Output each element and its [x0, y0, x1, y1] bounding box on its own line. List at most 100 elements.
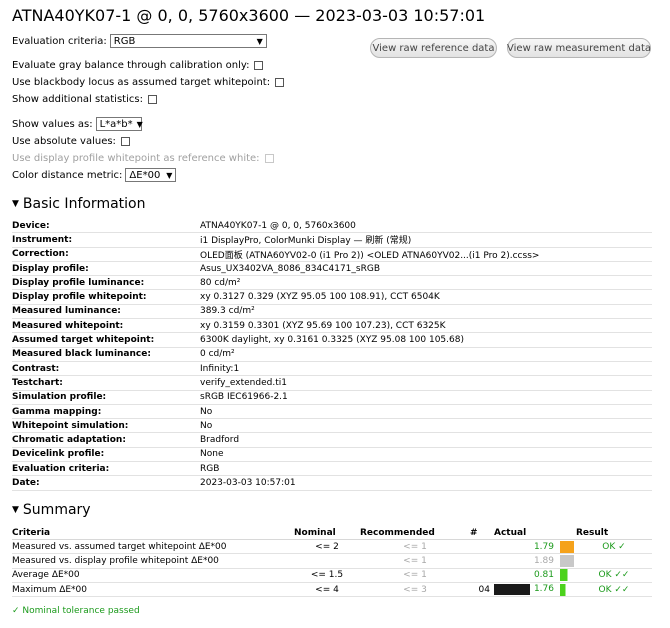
- actual-value: 1.76: [533, 584, 554, 595]
- info-row: Measured luminance: 389.3 cd/m²: [12, 304, 652, 320]
- display-profile-whitepoint-row: Use display profile whitepoint as refere…: [12, 153, 274, 164]
- info-value: Asus_UX3402VA_8086_834C4171_sRGB: [200, 261, 652, 277]
- nominal-cell: [294, 553, 360, 569]
- info-value: 80 cd/m²: [200, 275, 652, 291]
- info-key: Display profile whitepoint:: [12, 289, 200, 305]
- info-value: Infinity:1: [200, 361, 652, 377]
- basic-info-toggle[interactable]: ▼ Basic Information: [12, 196, 145, 212]
- show-values-value: L*a*b*: [99, 118, 133, 130]
- recommended-cell: <= 3: [360, 582, 470, 598]
- criteria-cell: Average ΔE*00: [12, 568, 294, 583]
- info-value: ATNA40YK07-1 @ 0, 0, 5760x3600: [200, 219, 652, 234]
- actual-value: 1.79: [533, 541, 554, 552]
- info-key: Display profile:: [12, 261, 200, 277]
- actual-cell: 0.81: [494, 568, 560, 583]
- summary-header-row: Criteria Nominal Recommended # Actual Re…: [12, 526, 652, 540]
- additional-stats-checkbox[interactable]: [147, 95, 157, 104]
- info-key: Measured black luminance:: [12, 347, 200, 362]
- color-distance-select[interactable]: ΔE*00 ▼: [125, 168, 177, 182]
- info-row: Display profile luminance: 80 cd/m²: [12, 275, 652, 291]
- info-row: Date: 2023-03-03 10:57:01: [12, 475, 652, 491]
- result-cell: [576, 553, 652, 569]
- blackbody-checkbox[interactable]: [275, 78, 285, 87]
- display-profile-whitepoint-checkbox[interactable]: [264, 154, 274, 163]
- recommended-cell: <= 1: [360, 553, 470, 569]
- status-swatch: [560, 569, 574, 582]
- info-key: Testchart:: [12, 375, 200, 391]
- summary-heading: Summary: [22, 502, 91, 518]
- summary-row: Maximum ΔE*00 <= 4 <= 3 04 1.76 OK ✓✓: [12, 582, 652, 598]
- patch-swatch: [494, 584, 530, 596]
- absolute-values-label: Use absolute values:: [12, 136, 116, 147]
- number-cell: [470, 539, 494, 555]
- info-key: Chromatic adaptation:: [12, 432, 200, 448]
- info-row: Assumed target whitepoint: 6300K daylight…: [12, 332, 652, 348]
- status-swatch: [560, 554, 574, 567]
- info-key: Display profile luminance:: [12, 275, 200, 291]
- summary-row: Average ΔE*00 <= 1.5 <= 1 0.81 OK ✓✓: [12, 568, 652, 583]
- actual-value: 1.89: [533, 555, 554, 566]
- report-page: ATNA40YK07-1 @ 0, 0, 5760x3600 — 2023-03…: [0, 0, 670, 628]
- absolute-values-row: Use absolute values:: [12, 136, 130, 147]
- info-row: Measured whitepoint: xy 0.3159 0.3301 (XY…: [12, 318, 652, 334]
- info-key: Contrast:: [12, 361, 200, 377]
- info-row: Chromatic adaptation: Bradford: [12, 432, 652, 448]
- show-values-select[interactable]: L*a*b* ▼: [95, 117, 143, 131]
- gray-balance-checkbox[interactable]: [254, 61, 264, 70]
- info-row: Display profile whitepoint: xy 0.3127 0.3…: [12, 289, 652, 305]
- info-row: Display profile: Asus_UX3402VA_8086_834C4…: [12, 261, 652, 277]
- show-values-label: Show values as:: [12, 118, 93, 130]
- gray-balance-label: Evaluate gray balance through calibratio…: [12, 60, 250, 71]
- info-key: Whitepoint simulation:: [12, 418, 200, 434]
- swatch-cell: [560, 568, 576, 583]
- summary-row: Measured vs. assumed target whitepoint Δ…: [12, 539, 652, 555]
- chevron-down-icon: ▼: [136, 119, 143, 129]
- info-row: Measured black luminance: 0 cd/m²: [12, 347, 652, 362]
- recommended-cell: <= 1: [360, 539, 470, 555]
- info-value: No: [200, 404, 652, 420]
- info-row: Evaluation criteria: RGB: [12, 461, 652, 477]
- basic-info-heading: Basic Information: [22, 196, 146, 212]
- info-key: Gamma mapping:: [12, 404, 200, 420]
- additional-stats-label: Show additional statistics:: [12, 94, 143, 105]
- view-measurement-button[interactable]: View raw measurement data: [507, 38, 651, 58]
- patch-number: 04: [478, 584, 490, 595]
- actual-cell: 1.79: [494, 539, 560, 555]
- actual-header: Actual: [494, 526, 560, 540]
- summary-toggle[interactable]: ▼ Summary: [12, 502, 91, 518]
- nominal-cell: <= 4: [294, 582, 360, 598]
- evaluation-criteria-select[interactable]: RGB ▼: [109, 34, 267, 48]
- criteria-cell: Maximum ΔE*00: [12, 582, 294, 598]
- swatch-cell: [560, 582, 576, 598]
- info-value: i1 DisplayPro, ColorMunki Display — 刷新 (…: [200, 232, 652, 248]
- show-values-row: Show values as: L*a*b* ▼: [12, 117, 143, 131]
- number-cell: [470, 553, 494, 569]
- blackbody-row: Use blackbody locus as assumed target wh…: [12, 77, 285, 88]
- number-cell: 04: [470, 582, 494, 598]
- info-key: Assumed target whitepoint:: [12, 332, 200, 348]
- info-key: Simulation profile:: [12, 390, 200, 405]
- absolute-values-checkbox[interactable]: [120, 137, 130, 146]
- recommended-header: Recommended: [360, 526, 470, 540]
- summary-table: Criteria Nominal Recommended # Actual Re…: [12, 526, 652, 598]
- info-key: Instrument:: [12, 232, 200, 248]
- info-row: Testchart: verify_extended.ti1: [12, 375, 652, 391]
- info-key: Date:: [12, 475, 200, 491]
- triangle-down-icon: ▼: [12, 505, 19, 515]
- triangle-down-icon: ▼: [12, 199, 19, 209]
- status-swatch: [560, 583, 574, 596]
- criteria-cell: Measured vs. display profile whitepoint …: [12, 553, 294, 569]
- info-value: OLED面板 (ATNA60YV02-0 (i1 Pro 2)) <OLED A…: [200, 247, 652, 262]
- view-reference-button[interactable]: View raw reference data: [370, 38, 497, 58]
- info-value: 2023-03-03 10:57:01: [200, 475, 652, 491]
- result-cell: OK ✓: [576, 539, 652, 555]
- swatch-cell: [560, 539, 576, 555]
- info-value: sRGB IEC61966-2.1: [200, 390, 652, 405]
- additional-stats-row: Show additional statistics:: [12, 94, 157, 105]
- info-key: Measured luminance:: [12, 304, 200, 320]
- color-distance-label: Color distance metric:: [12, 169, 123, 181]
- display-profile-whitepoint-label: Use display profile whitepoint as refere…: [12, 153, 260, 164]
- gray-balance-row: Evaluate gray balance through calibratio…: [12, 60, 264, 71]
- result-cell: OK ✓✓: [576, 582, 652, 598]
- color-distance-value: ΔE*00: [129, 169, 161, 181]
